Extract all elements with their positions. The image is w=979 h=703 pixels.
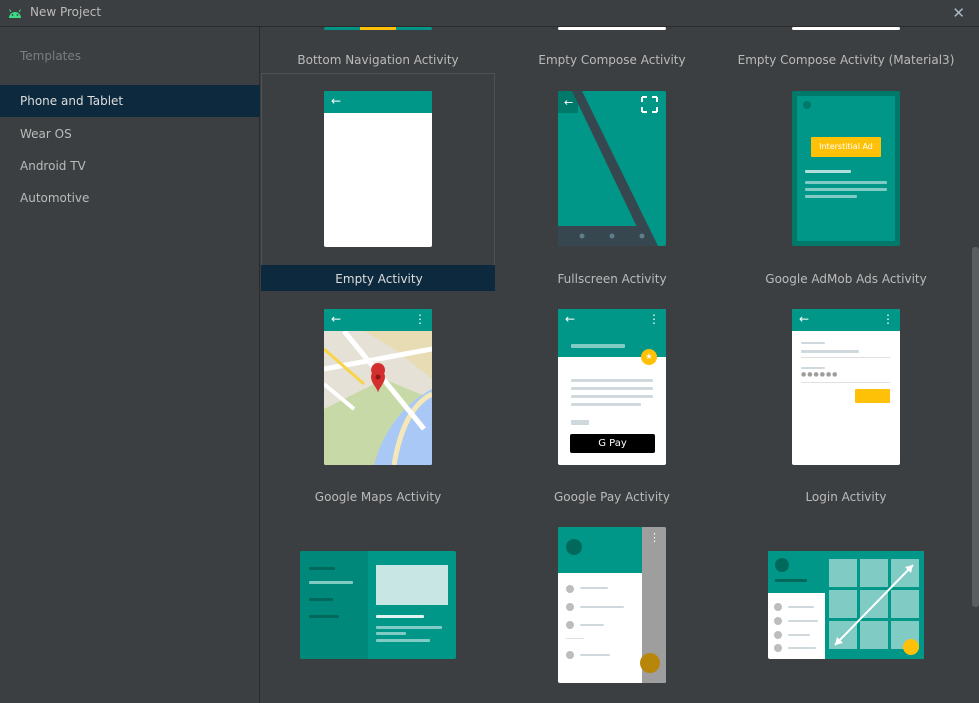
tile-empty-activity[interactable]: ← Empty Activity <box>261 73 495 291</box>
window-title: New Project <box>30 5 102 19</box>
android-logo-icon <box>9 9 21 18</box>
template-category-sidebar: Templates Phone and Tablet Wear OS Andro… <box>0 27 260 703</box>
tile-google-admob-ads-activity[interactable]: Interstitial Ad Google AdMob Ads Activit… <box>729 73 963 291</box>
title-bar: New Project ✕ <box>0 0 979 27</box>
thumbnail-admob: Interstitial Ad <box>792 91 900 246</box>
overflow-menu-icon: ⋮ <box>648 312 660 326</box>
tile-google-pay-activity[interactable]: ★ G Pay ← ⋮ Google Pay Activity <box>495 291 729 509</box>
login-button-shape <box>855 389 890 403</box>
sidebar-header: Templates <box>20 49 82 63</box>
thumbnail-empty-activity: ← <box>324 91 432 247</box>
tile-primary-detail-flow[interactable] <box>261 509 495 703</box>
tile-empty-compose-material3[interactable]: Empty Compose Activity (Material3) <box>729 27 963 67</box>
tile-responsive-views-activity[interactable] <box>729 509 963 703</box>
tile-fullscreen-activity[interactable]: ← Fullscreen Activity <box>495 73 729 291</box>
tile-empty-compose-activity[interactable]: Empty Compose Activity <box>495 27 729 67</box>
thumbnail-empty-compose-m3 <box>792 27 900 30</box>
close-icon[interactable]: ✕ <box>952 4 965 22</box>
template-label: Empty Compose Activity (Material3) <box>737 53 955 67</box>
back-arrow-icon: ← <box>565 312 576 326</box>
tile-login-activity[interactable]: ●●●●●● ← ⋮ Login Activity <box>729 291 963 509</box>
google-pay-button: G Pay <box>570 434 655 453</box>
overflow-menu-icon: ⋮ <box>649 531 660 544</box>
sidebar-item-wear-os[interactable]: Wear OS <box>0 118 260 150</box>
interstitial-ad-badge: Interstitial Ad <box>811 137 881 157</box>
thumbnail-primary-detail <box>300 551 456 659</box>
template-label: Fullscreen Activity <box>557 272 667 286</box>
template-label: Empty Compose Activity <box>538 53 686 67</box>
svg-text:←: ← <box>564 96 573 109</box>
thumbnail-empty-compose <box>558 27 666 30</box>
tile-navigation-drawer-activity[interactable]: ⋮ <box>495 509 729 703</box>
thumbnail-fullscreen: ← <box>558 91 666 246</box>
overflow-menu-icon: ⋮ <box>882 312 894 326</box>
sidebar-item-phone-and-tablet[interactable]: Phone and Tablet <box>0 85 260 117</box>
back-arrow-icon: ← <box>799 312 810 326</box>
fab-icon <box>640 653 660 673</box>
back-arrow-icon: ← <box>331 94 342 108</box>
tile-google-maps-activity[interactable]: ← ⋮ Google Maps Activity <box>261 291 495 509</box>
thumbnail-google-pay: ★ G Pay ← ⋮ <box>558 309 666 465</box>
thumbnail-navigation-drawer: ⋮ <box>558 527 666 683</box>
template-gallery: Bottom Navigation Activity Empty Compose… <box>261 27 979 703</box>
gallery-scrollbar[interactable] <box>972 247 979 607</box>
sidebar-item-android-tv[interactable]: Android TV <box>0 150 260 182</box>
template-label: Login Activity <box>805 490 887 504</box>
thumbnail-google-maps: ← ⋮ <box>324 309 432 465</box>
thumbnail-bottom-navigation <box>324 27 432 30</box>
template-label: Empty Activity <box>335 272 423 286</box>
tile-bottom-navigation-activity[interactable]: Bottom Navigation Activity <box>261 27 495 67</box>
back-arrow-icon: ← <box>331 312 342 326</box>
sidebar-item-automotive[interactable]: Automotive <box>0 182 260 214</box>
star-icon: ★ <box>641 349 657 365</box>
password-dots: ●●●●●● <box>801 371 839 378</box>
template-label: Google Maps Activity <box>314 490 442 504</box>
template-label: Google AdMob Ads Activity <box>765 272 927 286</box>
template-label: Bottom Navigation Activity <box>297 53 459 67</box>
thumbnail-responsive-views <box>768 551 924 659</box>
overflow-menu-icon: ⋮ <box>414 312 426 326</box>
thumbnail-login: ●●●●●● ← ⋮ <box>792 309 900 465</box>
template-label: Google Pay Activity <box>554 490 670 504</box>
